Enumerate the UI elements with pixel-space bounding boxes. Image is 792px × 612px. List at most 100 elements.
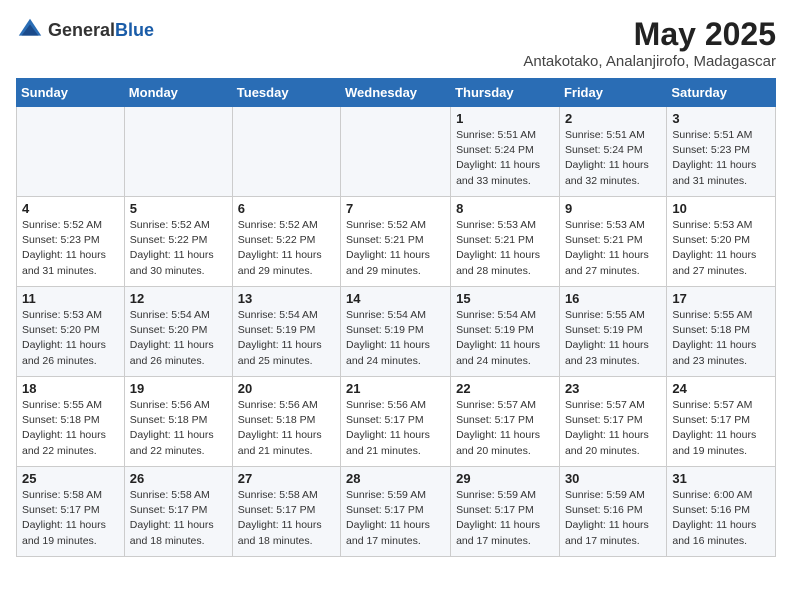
day-number: 5	[130, 201, 227, 216]
day-number: 6	[238, 201, 335, 216]
week-row-5: 25Sunrise: 5:58 AM Sunset: 5:17 PM Dayli…	[17, 467, 776, 557]
day-info: Sunrise: 5:52 AM Sunset: 5:22 PM Dayligh…	[238, 218, 335, 279]
day-number: 26	[130, 471, 227, 486]
day-number: 3	[672, 111, 770, 126]
calendar-cell: 18 Sunrise: 5:55 AM Sunset: 5:18 PM Dayli…	[17, 377, 125, 467]
day-number: 11	[22, 291, 119, 306]
calendar-cell: 1 Sunrise: 5:51 AM Sunset: 5:24 PM Daylig…	[451, 107, 560, 197]
header-day-saturday: Saturday	[667, 79, 776, 107]
day-number: 10	[672, 201, 770, 216]
day-info: Sunrise: 5:52 AM Sunset: 5:21 PM Dayligh…	[346, 218, 445, 279]
day-info: Sunrise: 5:59 AM Sunset: 5:16 PM Dayligh…	[565, 488, 661, 549]
day-number: 18	[22, 381, 119, 396]
day-number: 15	[456, 291, 554, 306]
calendar-cell: 29 Sunrise: 5:59 AM Sunset: 5:17 PM Dayli…	[451, 467, 560, 557]
calendar-cell: 15 Sunrise: 5:54 AM Sunset: 5:19 PM Dayli…	[451, 287, 560, 377]
header-day-sunday: Sunday	[17, 79, 125, 107]
day-number: 4	[22, 201, 119, 216]
day-number: 9	[565, 201, 661, 216]
calendar-cell: 14 Sunrise: 5:54 AM Sunset: 5:19 PM Dayli…	[341, 287, 451, 377]
day-info: Sunrise: 5:59 AM Sunset: 5:17 PM Dayligh…	[456, 488, 554, 549]
day-info: Sunrise: 5:55 AM Sunset: 5:18 PM Dayligh…	[22, 398, 119, 459]
day-number: 17	[672, 291, 770, 306]
day-info: Sunrise: 5:56 AM Sunset: 5:17 PM Dayligh…	[346, 398, 445, 459]
day-number: 27	[238, 471, 335, 486]
day-info: Sunrise: 5:54 AM Sunset: 5:19 PM Dayligh…	[456, 308, 554, 369]
calendar-header: SundayMondayTuesdayWednesdayThursdayFrid…	[17, 79, 776, 107]
calendar-cell: 30 Sunrise: 5:59 AM Sunset: 5:16 PM Dayli…	[559, 467, 666, 557]
week-row-4: 18 Sunrise: 5:55 AM Sunset: 5:18 PM Dayli…	[17, 377, 776, 467]
week-row-2: 4 Sunrise: 5:52 AM Sunset: 5:23 PM Daylig…	[17, 197, 776, 287]
day-info: Sunrise: 5:51 AM Sunset: 5:24 PM Dayligh…	[565, 128, 661, 189]
location-subtitle: Antakotako, Analanjirofo, Madagascar	[523, 53, 776, 70]
title-block: May 2025 Antakotako, Analanjirofo, Madag…	[523, 16, 776, 70]
header-day-wednesday: Wednesday	[341, 79, 451, 107]
day-info: Sunrise: 5:58 AM Sunset: 5:17 PM Dayligh…	[238, 488, 335, 549]
day-info: Sunrise: 5:54 AM Sunset: 5:20 PM Dayligh…	[130, 308, 227, 369]
day-info: Sunrise: 5:51 AM Sunset: 5:23 PM Dayligh…	[672, 128, 770, 189]
day-info: Sunrise: 5:54 AM Sunset: 5:19 PM Dayligh…	[238, 308, 335, 369]
calendar-cell: 27 Sunrise: 5:58 AM Sunset: 5:17 PM Dayli…	[232, 467, 340, 557]
calendar-cell: 4 Sunrise: 5:52 AM Sunset: 5:23 PM Daylig…	[17, 197, 125, 287]
calendar-cell: 31Sunrise: 6:00 AM Sunset: 5:16 PM Dayli…	[667, 467, 776, 557]
day-info: Sunrise: 5:56 AM Sunset: 5:18 PM Dayligh…	[130, 398, 227, 459]
day-number: 20	[238, 381, 335, 396]
calendar-cell: 5 Sunrise: 5:52 AM Sunset: 5:22 PM Daylig…	[124, 197, 232, 287]
day-number: 22	[456, 381, 554, 396]
calendar-cell: 19 Sunrise: 5:56 AM Sunset: 5:18 PM Dayli…	[124, 377, 232, 467]
day-number: 16	[565, 291, 661, 306]
calendar-cell: 11 Sunrise: 5:53 AM Sunset: 5:20 PM Dayli…	[17, 287, 125, 377]
calendar-cell: 28 Sunrise: 5:59 AM Sunset: 5:17 PM Dayli…	[341, 467, 451, 557]
calendar-cell: 21 Sunrise: 5:56 AM Sunset: 5:17 PM Dayli…	[341, 377, 451, 467]
day-number: 31	[672, 471, 770, 486]
day-number: 21	[346, 381, 445, 396]
day-number: 24	[672, 381, 770, 396]
calendar-cell: 20 Sunrise: 5:56 AM Sunset: 5:18 PM Dayli…	[232, 377, 340, 467]
calendar-body: 1 Sunrise: 5:51 AM Sunset: 5:24 PM Daylig…	[17, 107, 776, 557]
calendar-cell: 12Sunrise: 5:54 AM Sunset: 5:20 PM Dayli…	[124, 287, 232, 377]
header-day-monday: Monday	[124, 79, 232, 107]
day-number: 14	[346, 291, 445, 306]
day-number: 8	[456, 201, 554, 216]
calendar-cell: 2 Sunrise: 5:51 AM Sunset: 5:24 PM Daylig…	[559, 107, 666, 197]
calendar-cell: 7Sunrise: 5:52 AM Sunset: 5:21 PM Daylig…	[341, 197, 451, 287]
day-info: Sunrise: 5:53 AM Sunset: 5:21 PM Dayligh…	[456, 218, 554, 279]
day-info: Sunrise: 5:53 AM Sunset: 5:21 PM Dayligh…	[565, 218, 661, 279]
logo-text: GeneralBlue	[48, 20, 154, 41]
calendar-table: SundayMondayTuesdayWednesdayThursdayFrid…	[16, 78, 776, 557]
calendar-cell: 22 Sunrise: 5:57 AM Sunset: 5:17 PM Dayli…	[451, 377, 560, 467]
calendar-cell	[17, 107, 125, 197]
day-info: Sunrise: 5:54 AM Sunset: 5:19 PM Dayligh…	[346, 308, 445, 369]
day-number: 19	[130, 381, 227, 396]
logo-general: General	[48, 20, 115, 40]
day-info: Sunrise: 5:56 AM Sunset: 5:18 PM Dayligh…	[238, 398, 335, 459]
day-info: Sunrise: 5:52 AM Sunset: 5:23 PM Dayligh…	[22, 218, 119, 279]
day-info: Sunrise: 5:52 AM Sunset: 5:22 PM Dayligh…	[130, 218, 227, 279]
calendar-cell	[124, 107, 232, 197]
calendar-cell	[341, 107, 451, 197]
calendar-cell: 13 Sunrise: 5:54 AM Sunset: 5:19 PM Dayli…	[232, 287, 340, 377]
day-info: Sunrise: 5:55 AM Sunset: 5:19 PM Dayligh…	[565, 308, 661, 369]
day-info: Sunrise: 5:57 AM Sunset: 5:17 PM Dayligh…	[672, 398, 770, 459]
calendar-cell: 10Sunrise: 5:53 AM Sunset: 5:20 PM Dayli…	[667, 197, 776, 287]
day-info: Sunrise: 5:53 AM Sunset: 5:20 PM Dayligh…	[22, 308, 119, 369]
calendar-cell: 24 Sunrise: 5:57 AM Sunset: 5:17 PM Dayli…	[667, 377, 776, 467]
day-number: 13	[238, 291, 335, 306]
calendar-cell: 9 Sunrise: 5:53 AM Sunset: 5:21 PM Daylig…	[559, 197, 666, 287]
calendar-cell: 26Sunrise: 5:58 AM Sunset: 5:17 PM Dayli…	[124, 467, 232, 557]
day-number: 2	[565, 111, 661, 126]
day-info: Sunrise: 5:58 AM Sunset: 5:17 PM Dayligh…	[22, 488, 119, 549]
day-info: Sunrise: 5:51 AM Sunset: 5:24 PM Dayligh…	[456, 128, 554, 189]
day-info: Sunrise: 5:55 AM Sunset: 5:18 PM Dayligh…	[672, 308, 770, 369]
day-info: Sunrise: 5:59 AM Sunset: 5:17 PM Dayligh…	[346, 488, 445, 549]
day-number: 30	[565, 471, 661, 486]
header-day-thursday: Thursday	[451, 79, 560, 107]
day-number: 1	[456, 111, 554, 126]
day-info: Sunrise: 5:57 AM Sunset: 5:17 PM Dayligh…	[456, 398, 554, 459]
day-number: 23	[565, 381, 661, 396]
day-number: 29	[456, 471, 554, 486]
day-info: Sunrise: 5:57 AM Sunset: 5:17 PM Dayligh…	[565, 398, 661, 459]
header-day-tuesday: Tuesday	[232, 79, 340, 107]
day-number: 28	[346, 471, 445, 486]
calendar-cell: 8 Sunrise: 5:53 AM Sunset: 5:21 PM Daylig…	[451, 197, 560, 287]
